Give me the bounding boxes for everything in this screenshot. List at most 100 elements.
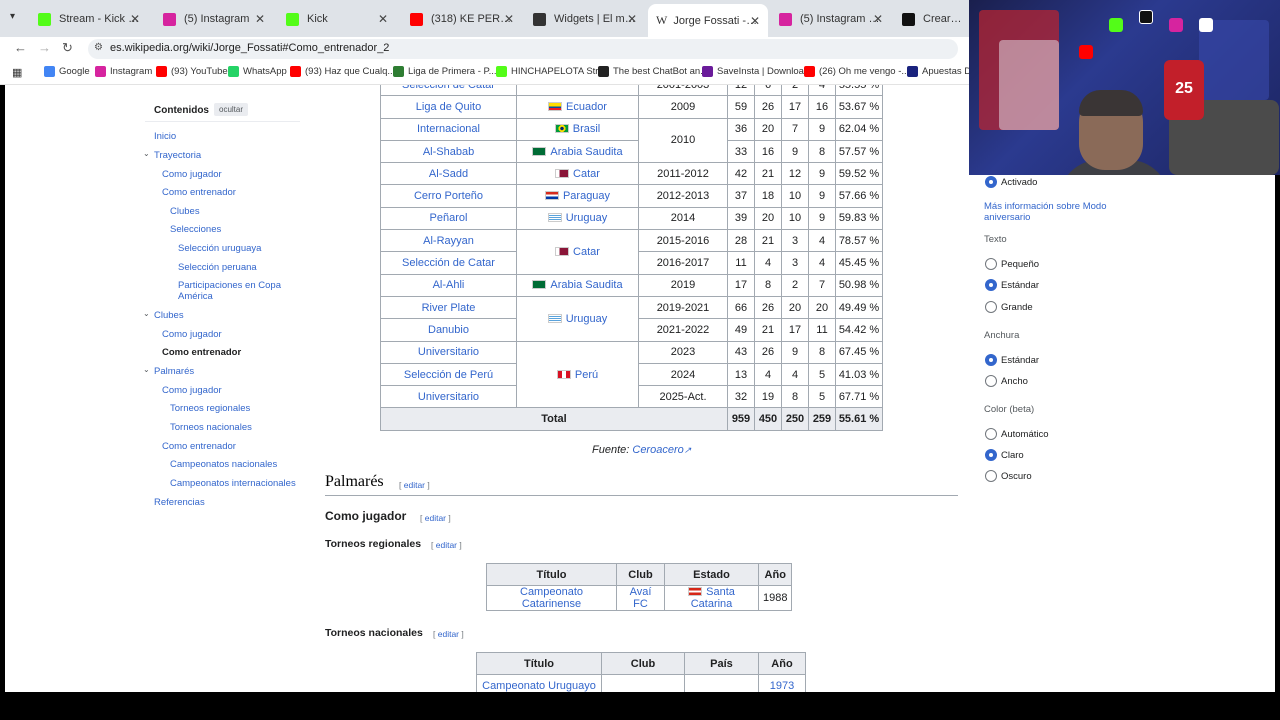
back-icon[interactable]: ← xyxy=(14,40,27,55)
toc-item-inicio[interactable]: Inicio xyxy=(154,131,176,142)
tab-instagram[interactable]: (5) Instagram ✕ xyxy=(155,6,273,32)
club-link[interactable]: River Plate xyxy=(380,295,517,320)
color-auto-radio[interactable] xyxy=(985,428,997,440)
country-link[interactable]: Arabia Saudita xyxy=(550,146,622,158)
toc-item-palmares-entrenador[interactable]: Como entrenador xyxy=(162,441,236,452)
toc-item-palmares-jugador[interactable]: Como jugador xyxy=(162,385,222,396)
club-link[interactable]: Universitario xyxy=(380,385,517,409)
chevron-down-icon[interactable]: ⌄ xyxy=(143,309,150,318)
country-link[interactable]: Arabia Saudita xyxy=(550,279,622,291)
bookmark-chatbot[interactable]: The best ChatBot an... xyxy=(598,66,708,77)
edit-link[interactable]: [ editar ] xyxy=(433,629,464,639)
club-link[interactable]: Avaí FC xyxy=(616,585,665,611)
url-input[interactable]: ⚙ es.wikipedia.org/wiki/Jorge_Fossati#Co… xyxy=(88,39,958,59)
toc-item-trayectoria[interactable]: Trayectoria xyxy=(154,150,201,161)
toc-item-clubes[interactable]: Clubes xyxy=(170,206,200,217)
anniversary-info-link[interactable]: Más información sobre Modo aniversario xyxy=(984,201,1124,223)
chevron-down-icon[interactable]: ⌄ xyxy=(143,149,150,158)
title-link[interactable]: Campeonato Catarinense xyxy=(486,585,617,611)
toc-item-palmares[interactable]: Palmarés xyxy=(154,366,194,377)
toc-item-como-jugador[interactable]: Como jugador xyxy=(162,169,222,180)
club-link[interactable]: Al-Sadd xyxy=(380,162,517,186)
tab-widgets[interactable]: Widgets | El mejor so ✕ xyxy=(525,6,645,32)
bookmark-saveinsta[interactable]: SaveInsta | Downloa... xyxy=(702,66,812,77)
club-link[interactable]: Al-Ahli xyxy=(380,273,517,297)
year-link[interactable]: 1973 xyxy=(758,674,806,692)
close-icon[interactable]: ✕ xyxy=(504,12,514,26)
club-link[interactable]: Selección de Catar xyxy=(380,85,517,97)
title-link[interactable]: Campeonato Uruguayo xyxy=(476,674,602,692)
close-icon[interactable]: ✕ xyxy=(627,12,637,26)
chevron-down-icon[interactable]: ⌄ xyxy=(143,365,150,374)
text-small-radio[interactable] xyxy=(985,258,997,270)
close-icon[interactable]: ✕ xyxy=(750,14,760,28)
country-link[interactable]: Uruguay xyxy=(566,212,608,224)
bookmark-hinchapelota[interactable]: HINCHAPELOTA Str... xyxy=(496,66,606,77)
club-link[interactable]: Al-Rayyan xyxy=(380,229,517,253)
club-link[interactable]: Selección de Catar xyxy=(380,251,517,275)
bookmark-haz-que[interactable]: (93) Haz que Cualq... xyxy=(290,66,395,77)
toc-item-como-entrenador-2[interactable]: Como entrenador xyxy=(162,347,241,358)
reload-icon[interactable]: ↻ xyxy=(62,40,73,56)
bookmark-youtube[interactable]: (93) YouTube xyxy=(156,66,228,77)
close-icon[interactable]: ✕ xyxy=(130,12,140,26)
tab-wikipedia[interactable]: W Jorge Fossati - Wikip ✕ xyxy=(648,4,768,37)
toc-item-seleccion-uruguaya[interactable]: Selección uruguaya xyxy=(178,243,261,254)
toc-hide-button[interactable]: ocultar xyxy=(214,103,249,116)
toc-item-torneos-regionales[interactable]: Torneos regionales xyxy=(170,403,250,414)
tab-youtube[interactable]: (318) KE PERSONAJE ✕ xyxy=(402,6,522,32)
text-large-radio[interactable] xyxy=(985,301,997,313)
toc-item-selecciones[interactable]: Selecciones xyxy=(170,224,221,235)
toc-item-referencias[interactable]: Referencias xyxy=(154,497,205,508)
toc-item-campeonatos-internacionales[interactable]: Campeonatos internacionales xyxy=(170,478,296,489)
club-link[interactable]: Peñarol xyxy=(380,206,517,231)
toc-item-clubes-2[interactable]: Clubes xyxy=(154,310,184,321)
width-wide-radio[interactable] xyxy=(985,375,997,387)
apps-grid-icon[interactable]: ▦ xyxy=(12,66,22,79)
country-link[interactable]: Catar xyxy=(573,168,600,180)
club-link[interactable]: Al-Shabab xyxy=(380,139,517,164)
country-link[interactable]: Catar xyxy=(573,246,600,258)
toc-item-como-jugador-2[interactable]: Como jugador xyxy=(162,329,222,340)
club-link[interactable]: Universitario xyxy=(380,340,517,364)
site-info-icon[interactable]: ⚙ xyxy=(94,42,103,53)
club-link[interactable]: Selección de Perú xyxy=(380,362,517,387)
bookmark-oh-me-vengo[interactable]: (26) Oh me vengo -... xyxy=(804,66,909,77)
bookmark-whatsapp[interactable]: WhatsApp xyxy=(228,66,287,77)
country-link[interactable]: Brasil xyxy=(573,123,601,135)
width-standard-radio[interactable] xyxy=(985,354,997,366)
club-link[interactable]: Internacional xyxy=(380,117,517,141)
forward-icon[interactable]: → xyxy=(38,40,51,55)
country-link[interactable]: Paraguay xyxy=(563,190,610,202)
toc-item-campeonatos-nacionales[interactable]: Campeonatos nacionales xyxy=(170,459,277,470)
close-icon[interactable]: ✕ xyxy=(873,12,883,26)
text-standard-radio[interactable] xyxy=(985,279,997,291)
tab-search-icon[interactable]: ▾ xyxy=(10,11,15,22)
toc-item-como-entrenador[interactable]: Como entrenador xyxy=(162,187,236,198)
source-link[interactable]: Ceroacero xyxy=(632,444,683,456)
club-link[interactable]: Liga de Quito xyxy=(380,95,517,119)
bookmark-liga-primera[interactable]: Liga de Primera - P... xyxy=(393,66,497,77)
edit-link[interactable]: [ editar ] xyxy=(420,513,451,523)
club-link[interactable]: Cerro Porteño xyxy=(380,184,517,208)
toc-item-copa-america[interactable]: Participaciones en Copa América xyxy=(178,280,298,302)
country-link[interactable]: Ecuador xyxy=(566,101,607,113)
tab-crear[interactable]: Crear un Los D xyxy=(894,6,970,32)
color-light-radio[interactable] xyxy=(985,449,997,461)
country-link[interactable]: Perú xyxy=(575,369,598,381)
bookmark-google[interactable]: Google xyxy=(44,66,90,77)
edit-link[interactable]: [ editar ] xyxy=(399,480,430,490)
toc-item-seleccion-peruana[interactable]: Selección peruana xyxy=(178,262,257,273)
toc-item-torneos-nacionales[interactable]: Torneos nacionales xyxy=(170,422,252,433)
edit-link[interactable]: [ editar ] xyxy=(431,540,462,550)
country-link[interactable]: Uruguay xyxy=(566,313,608,325)
color-dark-radio[interactable] xyxy=(985,470,997,482)
activado-radio[interactable] xyxy=(985,176,997,188)
bookmark-instagram[interactable]: Instagram xyxy=(95,66,152,77)
club-link[interactable]: Danubio xyxy=(380,318,517,342)
tab-kick[interactable]: Kick ✕ xyxy=(278,6,396,32)
tab-instagram-messages[interactable]: (5) Instagram • Mens ✕ xyxy=(771,6,891,32)
close-icon[interactable]: ✕ xyxy=(255,12,265,26)
close-icon[interactable]: ✕ xyxy=(378,12,388,26)
tab-kick-dashboard[interactable]: Stream - Kick Dashbo ✕ xyxy=(30,6,148,32)
